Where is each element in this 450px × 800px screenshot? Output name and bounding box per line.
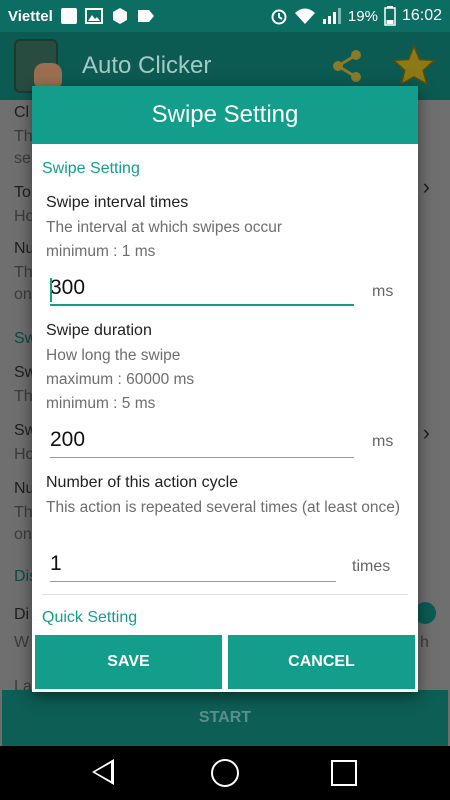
- duration-input[interactable]: [50, 426, 354, 458]
- bg-text: Th: [14, 128, 33, 145]
- divider: [42, 594, 408, 595]
- interval-input[interactable]: [50, 274, 354, 306]
- bg-text: Cl: [14, 104, 30, 121]
- cycle-unit: times: [352, 558, 391, 575]
- cycle-description: This action is repeated several times (a…: [46, 499, 401, 516]
- interval-title: Swipe interval times: [46, 194, 189, 211]
- battery-icon: [384, 6, 396, 26]
- text-cursor: [50, 278, 52, 302]
- duration-minimum: minimum : 5 ms: [46, 395, 156, 412]
- duration-title: Swipe duration: [46, 322, 152, 339]
- duration-description: How long the swipe: [46, 347, 181, 364]
- chevron-right-icon: ›: [422, 174, 430, 199]
- bg-text: To: [14, 184, 31, 201]
- label-icon: [137, 10, 154, 22]
- signal-icon: [322, 8, 341, 24]
- hexagon-icon: [112, 8, 127, 24]
- save-button[interactable]: SAVE: [35, 635, 222, 689]
- bg-text: Th: [14, 388, 33, 405]
- bg-text: Th: [14, 264, 33, 281]
- bg-text: se: [14, 150, 31, 167]
- star-icon[interactable]: [392, 44, 436, 86]
- carrier-name: Viettel: [8, 7, 53, 25]
- section-title-quick: Quick Setting: [42, 609, 138, 626]
- bg-text: on: [14, 286, 32, 303]
- interval-unit: ms: [372, 283, 394, 300]
- app-title: Auto Clicker: [82, 52, 212, 79]
- app-logo-icon: [14, 39, 62, 93]
- bg-text: Di: [14, 606, 30, 623]
- home-icon[interactable]: [211, 759, 239, 787]
- cycle-input-wrap: [50, 550, 336, 582]
- cycle-input[interactable]: [50, 550, 336, 582]
- dialog-title: Swipe Setting: [32, 86, 418, 144]
- clock: 16:02: [401, 7, 442, 24]
- wifi-icon: [294, 8, 315, 24]
- interval-description: The interval at which swipes occur: [46, 219, 283, 236]
- swipe-setting-dialog: Swipe Setting Swipe Setting Swipe interv…: [32, 86, 418, 692]
- duration-maximum: maximum : 60000 ms: [46, 371, 195, 388]
- chevron-right-icon: ›: [422, 420, 430, 445]
- battery-percent: 19%: [347, 7, 378, 25]
- duration-unit: ms: [372, 433, 394, 450]
- share-icon[interactable]: [330, 48, 364, 84]
- start-button: START: [2, 690, 448, 746]
- image-icon: [84, 8, 103, 24]
- cycle-title: Number of this action cycle: [46, 474, 239, 491]
- status-bar: Viettel 19% 16:02: [0, 0, 450, 32]
- back-icon[interactable]: [92, 759, 114, 785]
- recent-apps-icon[interactable]: [331, 760, 357, 786]
- bg-text: W: [14, 634, 30, 651]
- bg-text: on: [14, 526, 32, 543]
- interval-input-wrap: [50, 274, 354, 306]
- section-title-swipe: Swipe Setting: [42, 160, 140, 177]
- navigation-bar: [0, 746, 450, 800]
- alarm-icon: [271, 9, 287, 25]
- bg-text: h: [420, 634, 429, 651]
- notification-icon: [60, 8, 77, 24]
- bg-text: Th: [14, 504, 33, 521]
- interval-minimum: minimum : 1 ms: [46, 243, 156, 260]
- cancel-button[interactable]: CANCEL: [228, 635, 415, 689]
- duration-input-wrap: [50, 426, 354, 458]
